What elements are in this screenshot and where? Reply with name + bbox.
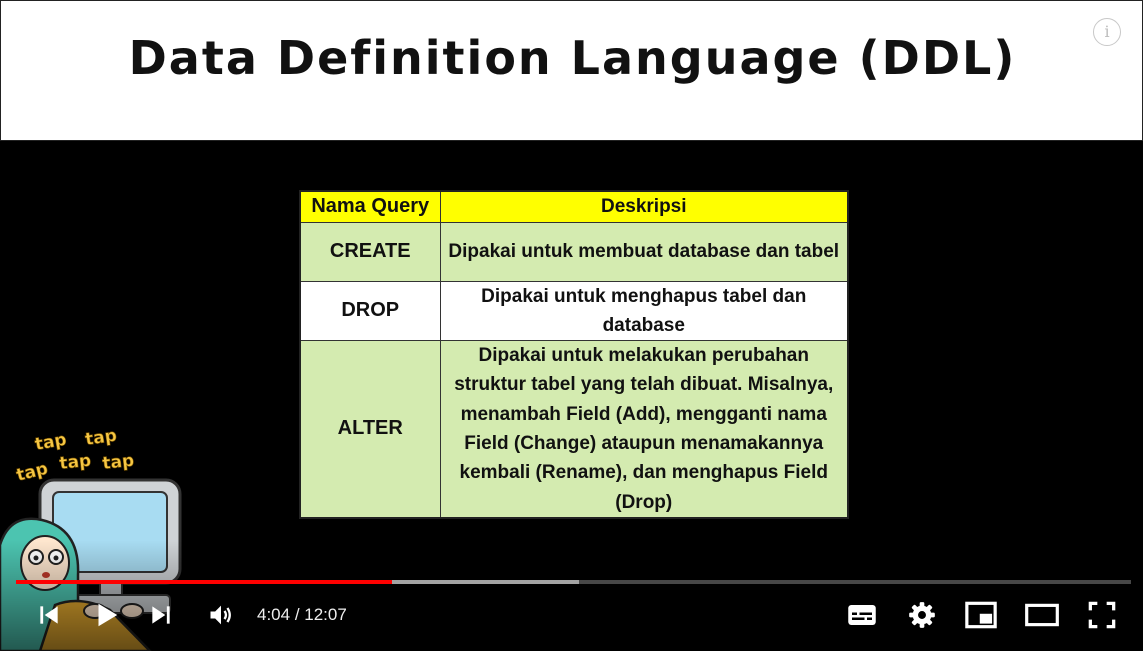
query-name: ALTER	[299, 340, 441, 519]
time-display: 4:04 / 12:07	[257, 603, 347, 627]
settings-button[interactable]	[903, 596, 941, 634]
miniplayer-button[interactable]	[962, 596, 1000, 634]
tap-text: tap	[101, 451, 135, 474]
query-name: CREATE	[299, 221, 441, 282]
slide-title: Data Definition Language (DDL)	[128, 31, 1017, 85]
video-player[interactable]: Data Definition Language (DDL) i Nama Qu…	[0, 0, 1143, 651]
play-icon	[98, 603, 118, 627]
fullscreen-icon	[1088, 601, 1116, 629]
tap-text: tap	[33, 430, 68, 455]
volume-icon	[210, 605, 231, 625]
progress-bar[interactable]	[16, 580, 1131, 584]
play-button[interactable]	[87, 596, 125, 634]
skip-previous-icon	[40, 606, 58, 624]
theater-mode-icon	[1025, 603, 1059, 627]
skip-next-icon	[152, 606, 170, 624]
time-separator: /	[290, 605, 305, 624]
table-row: ALTER Dipakai untuk melakukan perubahan …	[299, 340, 849, 519]
volume-button[interactable]	[203, 596, 239, 634]
current-time: 4:04	[257, 605, 291, 624]
table-row: CREATE Dipakai untuk membuat database da…	[299, 221, 849, 282]
query-description: Dipakai untuk membuat database dan tabel	[439, 221, 849, 282]
table-header-row: Nama Query Deskripsi	[299, 190, 849, 223]
ddl-table: Nama Query Deskripsi CREATE Dipakai untu…	[299, 190, 849, 519]
settings-gear-icon	[909, 602, 935, 628]
table-header-desc: Deskripsi	[439, 190, 849, 223]
tap-text: tap	[58, 451, 92, 474]
miniplayer-icon	[965, 601, 997, 629]
query-name: DROP	[299, 280, 441, 342]
tap-text: tap	[84, 426, 118, 450]
duration: 12:07	[304, 605, 347, 624]
table-header-name: Nama Query	[299, 190, 441, 223]
theater-mode-button[interactable]	[1022, 596, 1062, 634]
fullscreen-button[interactable]	[1083, 596, 1121, 634]
table-row: DROP Dipakai untuk menghapus tabel dan d…	[299, 280, 849, 342]
slide-header: Data Definition Language (DDL) i	[0, 0, 1143, 141]
subtitles-button[interactable]	[843, 596, 881, 634]
previous-button[interactable]	[32, 596, 66, 634]
progress-played	[16, 580, 392, 584]
info-icon[interactable]: i	[1093, 18, 1121, 46]
query-description: Dipakai untuk menghapus tabel dan databa…	[439, 280, 849, 342]
next-button[interactable]	[144, 596, 178, 634]
query-description: Dipakai untuk melakukan perubahan strukt…	[439, 340, 849, 519]
subtitles-icon	[848, 605, 876, 625]
